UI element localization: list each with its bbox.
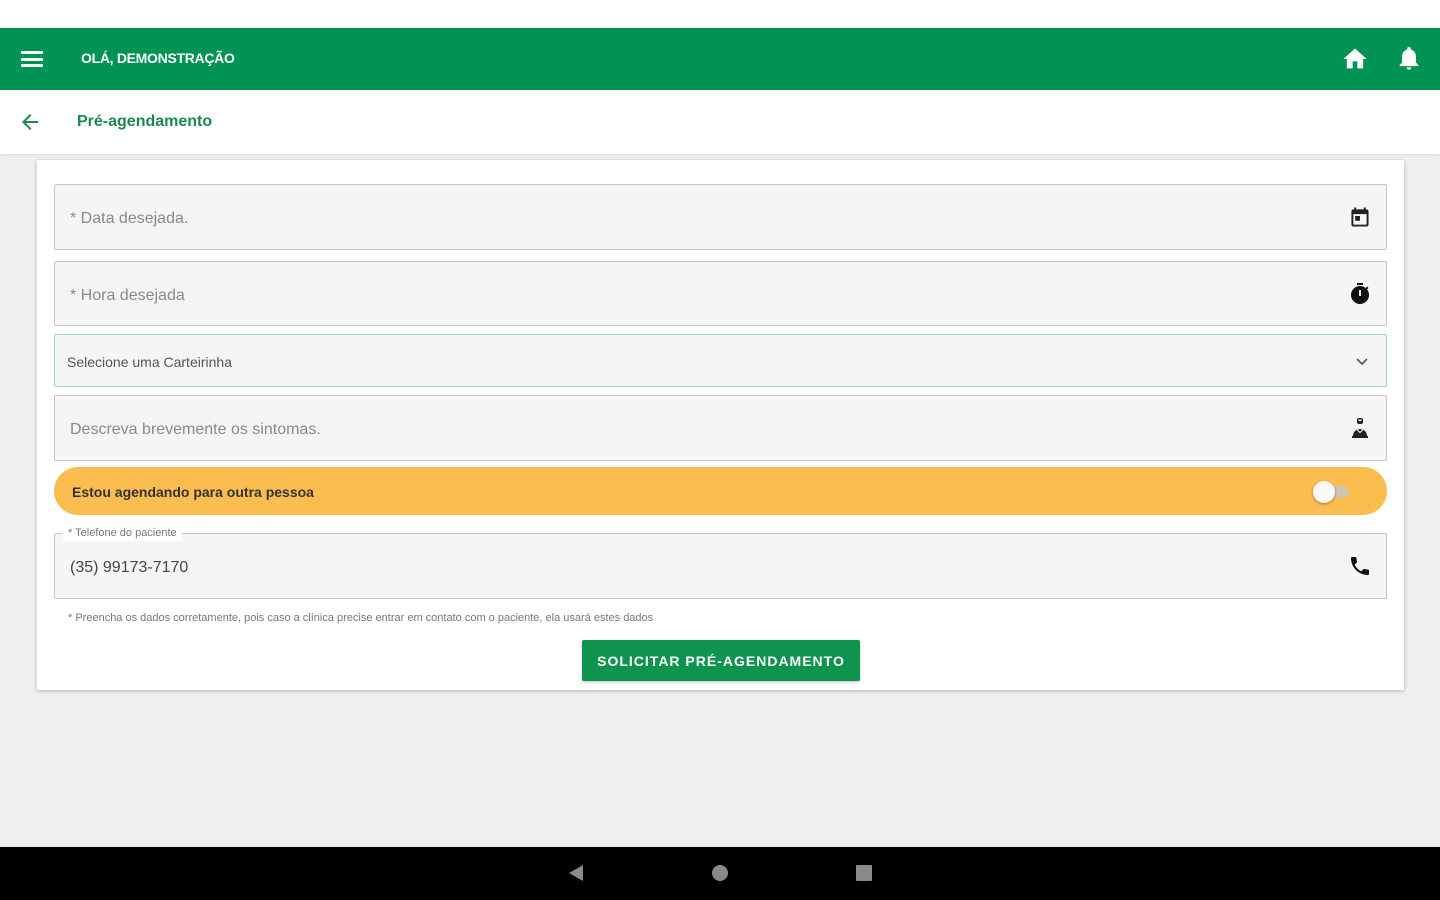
phone-icon [1351,557,1369,575]
card-select[interactable]: Selecione uma Carteirinha [54,334,1387,387]
patient-icon [1352,418,1368,438]
greeting-title: OLÁ, DEMONSTRAÇÃO [81,50,235,66]
time-placeholder: * Hora desejada [70,287,185,304]
card-select-value: Selecione uma Carteirinha [67,354,232,370]
phone-value: (35) 99173-7170 [70,559,189,576]
form-hint: * Preencha os dados corretamente, pois c… [68,612,654,624]
system-nav-bar [0,847,1440,900]
sub-header: Pré-agendamento [0,90,1440,154]
date-placeholder: * Data desejada. [70,210,189,227]
calendar-icon[interactable] [1348,205,1372,229]
home-icon[interactable] [1341,45,1369,73]
date-field[interactable]: * Data desejada. [54,184,1387,250]
chevron-down-icon[interactable] [1350,349,1374,373]
other-person-switch[interactable] [1313,481,1349,503]
app-bar: OLÁ, DEMONSTRAÇÃO [0,28,1440,90]
submit-pre-scheduling-button[interactable]: SOLICITAR PRÉ-AGENDAMENTO [582,640,860,681]
arrow-left-icon[interactable] [18,110,42,134]
nav-recent-icon[interactable] [854,863,874,883]
other-person-toggle-row: Estou agendando para outra pessoa [54,467,1387,515]
symptoms-placeholder: Descreva brevemente os sintomas. [70,421,321,438]
pre-scheduling-form: * Data desejada. * Hora desejada Selecio… [37,160,1404,690]
switch-thumb [1313,481,1335,503]
time-field[interactable]: * Hora desejada [54,261,1387,326]
page-title: Pré-agendamento [77,113,213,130]
other-person-label: Estou agendando para outra pessoa [72,484,314,500]
symptoms-field[interactable]: Descreva brevemente os sintomas. [54,395,1387,461]
bell-icon[interactable] [1395,44,1423,72]
menu-icon[interactable] [20,49,44,69]
phone-field[interactable]: * Telefone do paciente (35) 99173-7170 [54,525,1387,599]
status-bar [0,0,1440,28]
nav-home-icon[interactable] [710,863,730,883]
stopwatch-icon[interactable] [1348,282,1372,306]
phone-label: * Telefone do paciente [63,525,182,541]
nav-back-icon[interactable] [566,863,586,883]
